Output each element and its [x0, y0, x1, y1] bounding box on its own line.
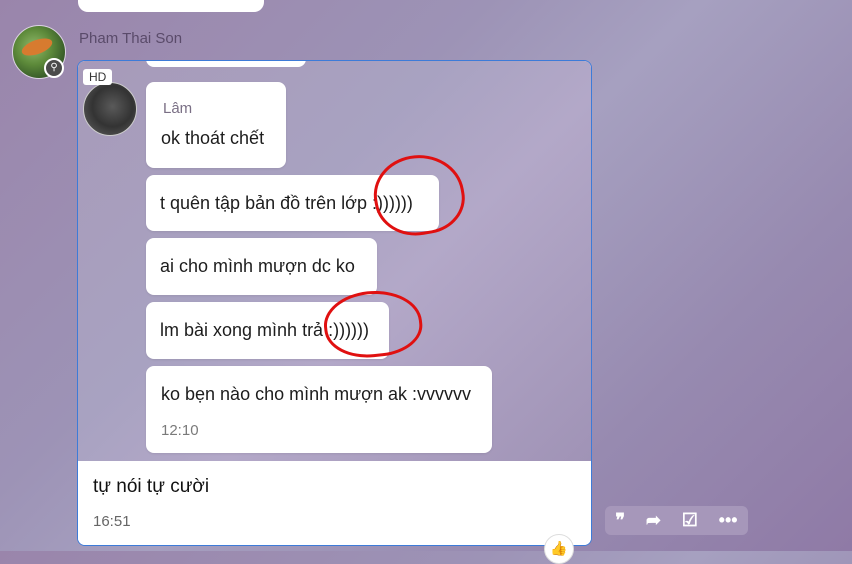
previous-message-bubble	[78, 0, 264, 12]
chat-bubble: Lâm ok thoát chết	[146, 82, 286, 168]
quote-icon[interactable]: ❞	[615, 510, 625, 531]
avatar-badge-icon: ⚲	[44, 58, 64, 78]
like-reaction-icon[interactable]: 👍	[544, 534, 574, 564]
avatar-image	[19, 34, 55, 60]
more-icon[interactable]: •••	[719, 510, 738, 531]
caption-time: 16:51	[93, 513, 131, 530]
forward-icon[interactable]: ➦	[646, 510, 661, 531]
cut-off-bubble	[146, 61, 306, 67]
image-message-card[interactable]: HD Lâm ok thoát chết t quên tập bản đồ t…	[77, 60, 592, 546]
inner-avatar	[83, 82, 137, 136]
bubble-time: 12:10	[161, 422, 199, 439]
hd-badge: HD	[83, 69, 113, 85]
caption-text: tự nói tự cười	[93, 476, 210, 497]
message-actions-bar: ❞ ➦ ☑ •••	[605, 506, 748, 535]
bubble-text: ko bẹn nào cho mình mượn ak :vvvvvv	[161, 384, 471, 404]
bubble-sender-name: Lâm	[163, 100, 193, 117]
bubble-text: ai cho mình mượn dc ko	[160, 256, 355, 276]
screenshot-image[interactable]: HD Lâm ok thoát chết t quên tập bản đồ t…	[78, 61, 591, 461]
sender-name: Pham Thai Son	[79, 30, 183, 47]
caption-area: tự nói tự cười 16:51	[78, 461, 591, 545]
bubble-text: ok thoát chết	[161, 128, 265, 148]
chat-bubble: ai cho mình mượn dc ko	[146, 238, 377, 295]
chat-bubble: ko bẹn nào cho mình mượn ak :vvvvvv 12:1…	[146, 366, 492, 453]
task-icon[interactable]: ☑	[682, 510, 698, 531]
